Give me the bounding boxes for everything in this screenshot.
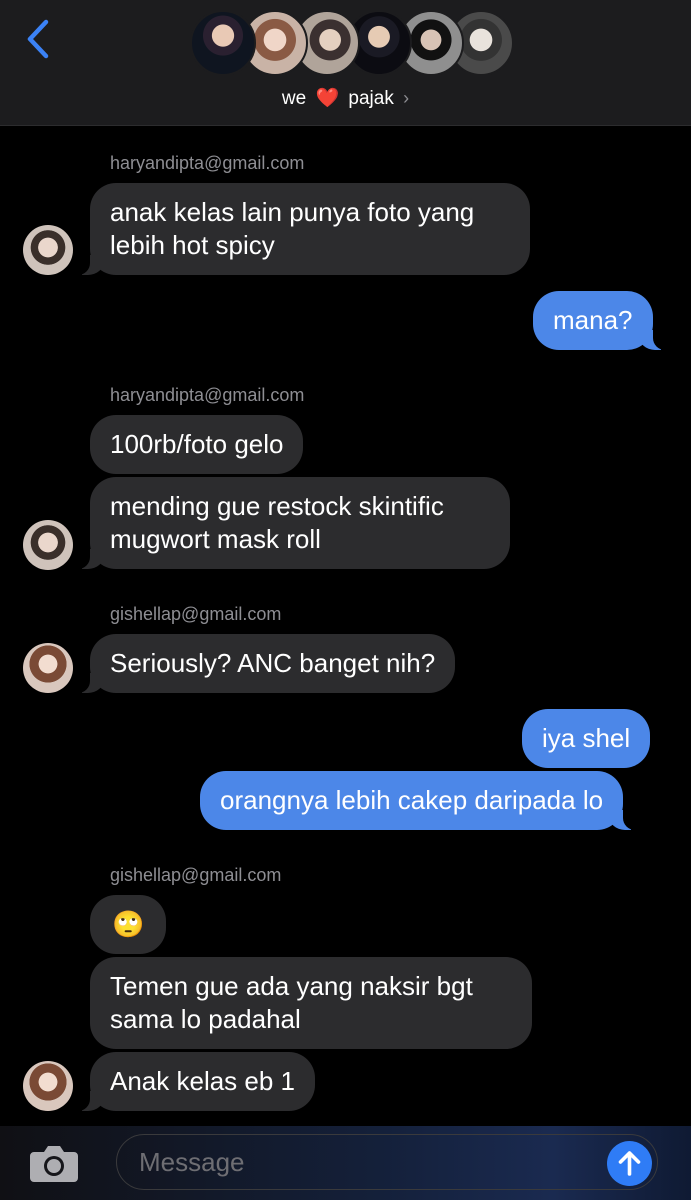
message-text: anak kelas lain punya foto yang	[110, 197, 475, 227]
incoming-message[interactable]: Temen gue ada yang naksir bgt sama lo pa…	[90, 957, 532, 1049]
message-text: Temen gue ada yang naksir bgt	[110, 971, 473, 1001]
message-text: Seriously? ANC banget nih?	[110, 648, 436, 678]
outgoing-message[interactable]: mana?	[533, 291, 666, 350]
group-name-right: pajak	[348, 88, 394, 109]
back-button[interactable]	[22, 18, 56, 62]
message-text: orangnya lebih cakep daripada lo	[220, 785, 604, 815]
chevron-right-icon: ›	[403, 88, 410, 108]
group-name-left: we	[281, 88, 307, 109]
eye-roll-emoji: 🙄	[112, 909, 145, 939]
avatar	[190, 10, 256, 76]
incoming-message[interactable]: anak kelas lain punya foto yang lebih ho…	[76, 183, 530, 275]
message-text: Anak kelas eb 1	[110, 1066, 296, 1096]
sender-label: haryandipta@gmail.com	[110, 385, 305, 405]
message-text: lebih hot spicy	[110, 230, 275, 260]
chevron-left-icon	[27, 19, 49, 59]
message-input[interactable]	[116, 1134, 658, 1190]
message-text: sama lo padahal	[110, 1004, 301, 1034]
message-text: 100rb/foto gelo	[110, 429, 284, 459]
message-composer	[0, 1126, 691, 1200]
message-text: iya shel	[542, 723, 631, 753]
camera-button[interactable]	[28, 1142, 80, 1184]
send-button[interactable]	[607, 1141, 652, 1186]
avatar[interactable]	[23, 643, 73, 693]
incoming-message[interactable]: 🙄	[90, 895, 167, 954]
arrow-up-icon	[618, 1151, 641, 1176]
incoming-message[interactable]: Anak kelas eb 1	[75, 1052, 316, 1111]
heart-icon: ❤️	[315, 88, 340, 109]
outgoing-message[interactable]: iya shel	[522, 709, 651, 768]
incoming-message[interactable]: 100rb/foto gelo	[90, 415, 304, 474]
message-text: mending gue restock skintific	[110, 491, 444, 521]
outgoing-message[interactable]: orangnya lebih cakep daripada lo	[200, 771, 638, 830]
incoming-message[interactable]: mending gue restock skintific mugwort ma…	[76, 477, 510, 569]
group-name[interactable]: we ❤️ pajak ›	[0, 86, 691, 110]
avatar[interactable]	[23, 225, 73, 275]
incoming-message[interactable]: Seriously? ANC banget nih?	[75, 634, 456, 693]
message-text: mana?	[553, 305, 633, 335]
message-text: mugwort mask roll	[110, 524, 321, 554]
avatar[interactable]	[23, 1061, 73, 1111]
avatar[interactable]	[23, 520, 73, 570]
conversation-header: we ❤️ pajak ›	[0, 0, 691, 126]
sender-label: gishellap@gmail.com	[110, 604, 282, 624]
camera-icon	[30, 1146, 78, 1182]
sender-label: gishellap@gmail.com	[110, 865, 282, 885]
sender-label: haryandipta@gmail.com	[110, 153, 305, 173]
group-avatars[interactable]	[190, 10, 514, 78]
